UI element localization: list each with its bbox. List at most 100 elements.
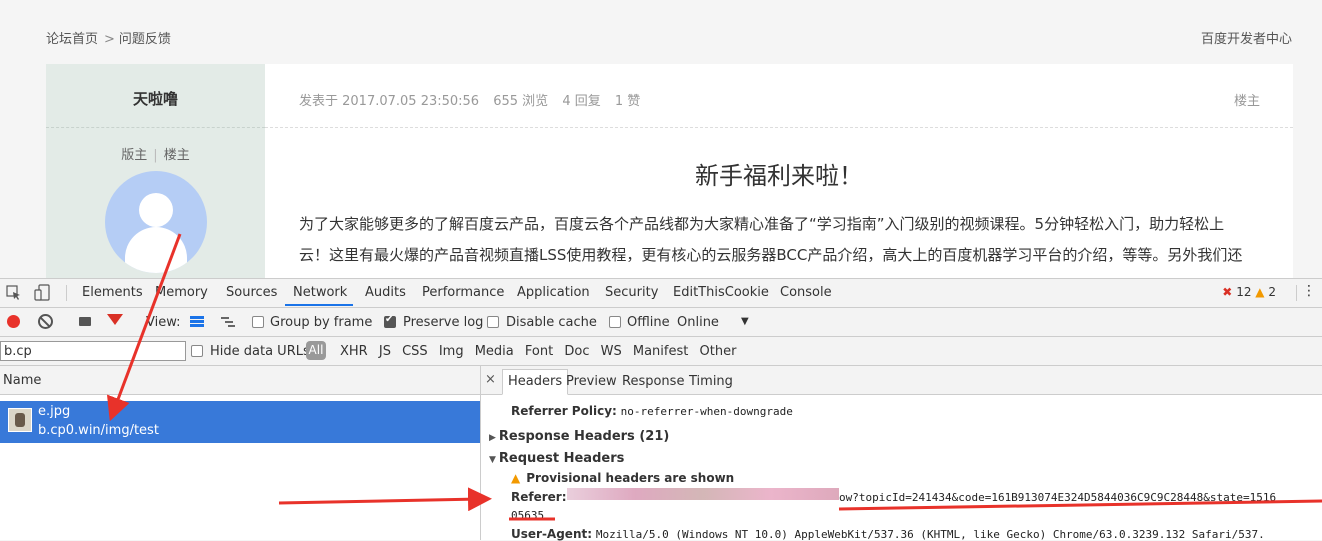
avatar-body-shape [125,227,187,273]
offline-checkbox[interactable] [609,316,621,328]
tab-response[interactable]: Response [622,374,684,389]
referrer-policy-value: no-referrer-when-downgrade [620,405,793,418]
filter-css[interactable]: CSS [402,344,428,359]
post-date: 发表于 2017.07.05 23:50:56 [299,94,480,109]
request-headers-section[interactable]: ▼ Request Headers [489,451,624,466]
forum-page: 论坛首页 > 问题反馈 百度开发者中心 天啦噜 版主 | 楼主 发表于 2017.07.… [0,0,1322,278]
clear-icon[interactable] [38,314,53,329]
hide-data-urls-label[interactable]: Hide data URLs [210,344,310,359]
filter-input[interactable] [0,341,186,361]
request-headers-title: Request Headers [498,451,625,466]
breadcrumb-current[interactable]: 问题反馈 [119,32,171,47]
request-url: b.cp0.win/img/test [38,423,159,438]
post-body: 为了大家能够更多的了解百度云产品，百度云各个产品线都为大家精心准备了“学习指南”… [299,209,1269,271]
tab-timing[interactable]: Timing [689,374,733,389]
error-icon: ✖ [1222,285,1233,299]
overview-icon[interactable] [221,316,235,327]
author-divider [46,127,265,128]
tab-performance[interactable]: Performance [422,285,504,300]
referer-key: Referer: [511,490,567,504]
breadcrumb: 论坛首页 > 问题反馈 [46,28,171,47]
name-column-header[interactable]: Name [0,366,480,395]
filter-other[interactable]: Other [700,344,737,359]
filter-icon[interactable] [107,314,123,325]
response-headers-title: Response Headers (21) [498,429,670,444]
post-divider [265,127,1293,128]
filter-media[interactable]: Media [475,344,514,359]
devtools-tabbar: Elements Memory Sources Network Audits P… [0,279,1322,308]
referer-value-row: ow?topicId=241434&code=161B913074E324D58… [839,490,1276,504]
role-moderator: 版主 [121,148,148,163]
tabbar-divider [66,285,67,301]
tab-network[interactable]: Network [293,285,347,300]
tab-audits[interactable]: Audits [365,285,406,300]
throttling-select[interactable]: Online [677,315,719,330]
warning-icon: ▲ [511,471,521,485]
view-label: View: [146,315,181,330]
referrer-policy-row: Referrer Policy: no-referrer-when-downgr… [511,404,793,418]
post-card: 天啦噜 版主 | 楼主 发表于 2017.07.05 23:50:56 655 浏览… [46,64,1293,278]
filter-doc[interactable]: Doc [564,344,589,359]
tab-headers[interactable]: Headers [502,369,569,395]
preserve-log-checkbox[interactable] [384,314,396,328]
tab-application[interactable]: Application [517,285,590,300]
tab-sources[interactable]: Sources [226,285,277,300]
group-by-frame-checkbox[interactable] [252,316,264,328]
network-toolbar: View: Group by frame Preserve log Disabl… [0,308,1322,337]
request-list: Name e.jpg b.cp0.win/img/test [0,366,481,540]
author-name[interactable]: 天啦噜 [46,88,265,109]
capture-screenshots-icon[interactable] [79,317,91,326]
post-body-line: 为了大家能够更多的了解百度云产品，百度云各个产品线都为大家精心准备了“学习指南”… [299,215,1225,233]
tab-console[interactable]: Console [780,285,832,300]
filter-js[interactable]: JS [379,344,391,359]
post-meta: 发表于 2017.07.05 23:50:56 655 浏览 4 回复 1 赞 [299,90,650,109]
inspect-element-icon[interactable] [6,285,22,301]
active-tab-indicator [285,304,353,306]
large-rows-view-icon[interactable] [190,316,204,327]
hide-data-urls-checkbox[interactable] [191,345,203,357]
tab-editthiscookie[interactable]: EditThisCookie [673,285,769,300]
request-details: × Headers Preview Response Timing Referr… [481,366,1322,541]
tab-preview[interactable]: Preview [566,374,617,389]
tab-elements[interactable]: Elements [82,285,143,300]
role-owner: 楼主 [163,148,190,163]
device-toolbar-icon[interactable] [34,284,52,302]
breadcrumb-home-link[interactable]: 论坛首页 [46,32,98,47]
more-options-icon[interactable]: ⋮ [1302,283,1316,299]
tab-security[interactable]: Security [605,285,658,300]
post-title: 新手福利来啦！ [695,162,863,190]
record-icon[interactable] [7,315,20,328]
response-headers-section[interactable]: ▶ Response Headers (21) [489,429,669,444]
tab-memory[interactable]: Memory [155,285,208,300]
tabbar-divider [1296,285,1297,301]
warning-count: 2 [1268,285,1276,299]
avatar[interactable] [105,171,207,273]
filter-manifest[interactable]: Manifest [633,344,688,359]
filter-xhr[interactable]: XHR [340,344,368,359]
preserve-log-label[interactable]: Preserve log [403,315,483,330]
referer-value-continued-row: 05635 [511,508,544,522]
author-roles: 版主 | 楼主 [46,144,265,163]
console-counts[interactable]: ✖ 12 ▲ 2 [1222,285,1276,299]
dropdown-arrow-icon[interactable]: ▼ [741,316,749,327]
disable-cache-checkbox[interactable] [487,316,499,328]
post-body-line: 云！这里有最火爆的产品音视频直播LSS使用教程，更有核心的云服务器BCC产品介绍… [299,246,1243,264]
role-divider: | [153,148,158,163]
referer-value-continued: 05635 [511,509,545,522]
error-count: 12 [1236,285,1252,299]
avatar-head-shape [139,193,173,227]
provisional-text: Provisional headers are shown [526,471,735,485]
close-icon[interactable]: × [485,372,496,387]
filter-img[interactable]: Img [439,344,464,359]
disable-cache-label[interactable]: Disable cache [506,315,597,330]
referer-value: ow?topicId=241434&code=161B913074E324D58… [839,491,1277,504]
filter-all-button[interactable]: All [306,341,326,360]
request-row-selected[interactable]: e.jpg b.cp0.win/img/test [0,401,480,443]
filter-font[interactable]: Font [525,344,553,359]
post-replies: 4 回复 [562,94,601,109]
devtools-panel: Elements Memory Sources Network Audits P… [0,278,1322,541]
offline-label[interactable]: Offline [627,315,670,330]
filter-ws[interactable]: WS [601,344,622,359]
dev-center-link[interactable]: 百度开发者中心 [1201,28,1292,47]
group-by-frame-label[interactable]: Group by frame [270,315,372,330]
